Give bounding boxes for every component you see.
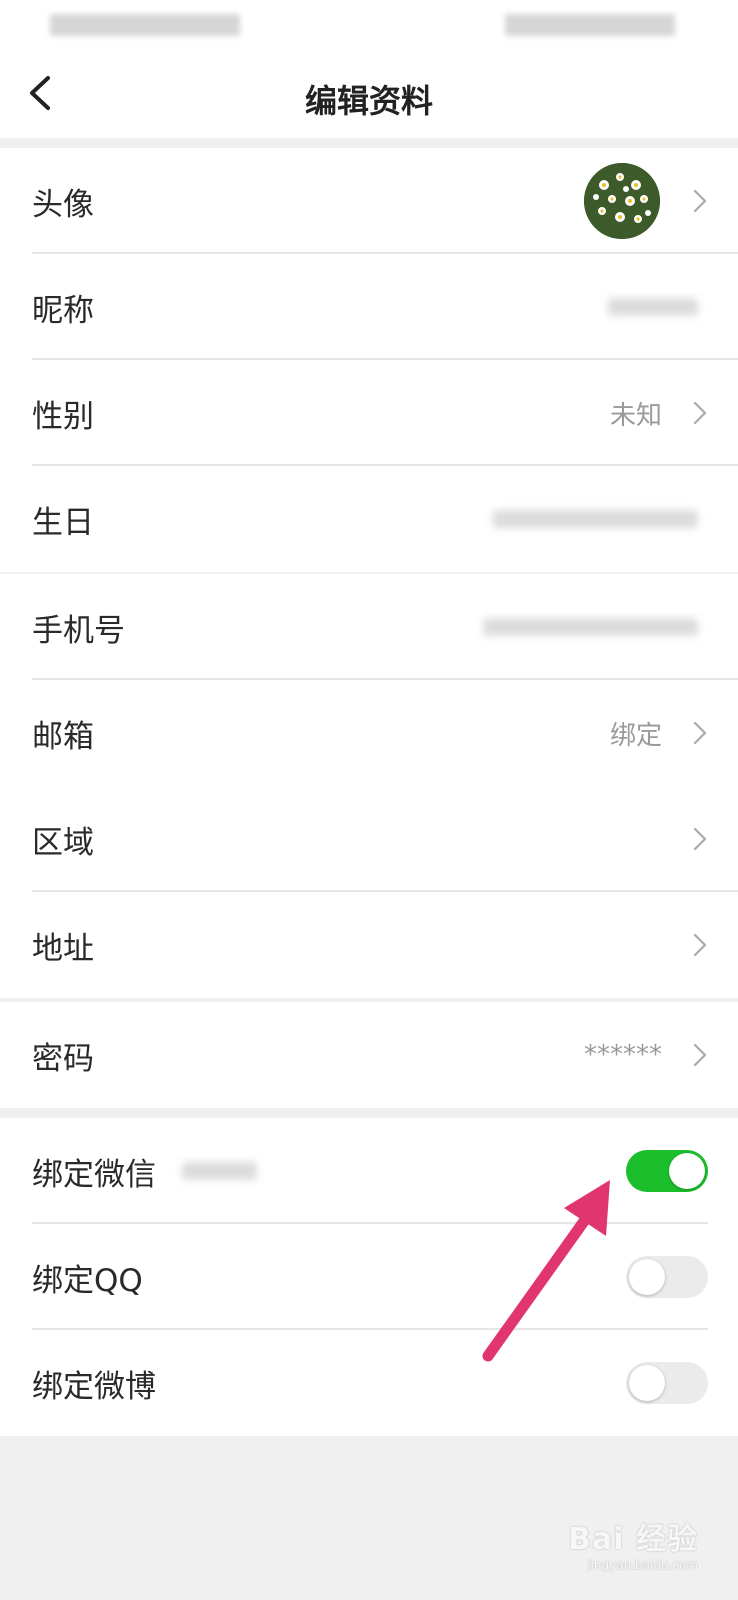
avatar-row[interactable]: 头像 [0, 148, 738, 254]
avatar[interactable] [584, 163, 660, 239]
weibo-binding-label: 绑定微博 [32, 1368, 156, 1405]
avatar-label: 头像 [32, 186, 94, 223]
password-row[interactable]: 密码 ****** [0, 1002, 738, 1108]
status-bar [0, 0, 738, 50]
status-bar-right-blurred [505, 14, 675, 36]
nav-bar: 编辑资料 [0, 50, 738, 138]
weibo-binding-row: 绑定微博 [0, 1330, 738, 1436]
phone-label: 手机号 [32, 612, 125, 649]
chevron-right-icon [693, 933, 707, 957]
birthday-label: 生日 [32, 504, 94, 541]
chevron-right-icon [693, 1043, 707, 1067]
security-section: 密码 ****** [0, 1002, 738, 1108]
email-value: 绑定 [609, 720, 662, 751]
daisy-flowers-image [584, 163, 660, 239]
address-label: 地址 [32, 930, 94, 967]
password-label: 密码 [32, 1040, 94, 1077]
address-row[interactable]: 地址 [0, 892, 738, 998]
region-label: 区域 [32, 824, 94, 861]
chevron-right-icon [693, 401, 707, 425]
status-bar-left-blurred [50, 14, 240, 36]
chevron-right-icon [693, 721, 707, 745]
region-row[interactable]: 区域 [0, 786, 738, 892]
toggle-knob [629, 1365, 665, 1401]
chevron-right-icon [693, 827, 707, 851]
gender-label: 性别 [32, 398, 94, 435]
wechat-binding-row: 绑定微信 [0, 1118, 738, 1224]
baidu-jingyan-watermark: Bai 经验 jingyan.baidu.com [568, 1514, 698, 1572]
chevron-right-icon [693, 189, 707, 213]
email-label: 邮箱 [32, 718, 94, 755]
edit-profile-screen: 编辑资料 头像 昵称 性别 未知 生日 手机号 邮箱 绑定 区域 地址 密码 *… [0, 0, 738, 1600]
password-value: ****** [584, 1040, 662, 1070]
toggle-knob [669, 1153, 705, 1189]
phone-value-blurred [483, 618, 698, 636]
phone-row[interactable]: 手机号 [0, 574, 738, 680]
profile-section: 头像 昵称 性别 未知 生日 [0, 148, 738, 572]
watermark-brand: Bai 经验 [568, 1522, 698, 1557]
contact-section: 手机号 邮箱 绑定 区域 地址 [0, 574, 738, 998]
qq-binding-toggle[interactable] [626, 1256, 708, 1298]
gender-row[interactable]: 性别 未知 [0, 360, 738, 466]
birthday-value-blurred [493, 510, 698, 528]
binding-section: 绑定微信 绑定QQ 绑定微博 [0, 1118, 738, 1436]
wechat-binding-toggle[interactable] [626, 1150, 708, 1192]
weibo-binding-toggle[interactable] [626, 1362, 708, 1404]
nickname-value-blurred [608, 298, 698, 316]
wechat-binding-label: 绑定微信 [32, 1156, 156, 1193]
email-row[interactable]: 邮箱 绑定 [0, 680, 738, 786]
nickname-row[interactable]: 昵称 [0, 254, 738, 360]
watermark-url: jingyan.baidu.com [587, 1558, 698, 1572]
gender-value: 未知 [609, 400, 662, 431]
wechat-account-blurred [182, 1162, 257, 1180]
page-title: 编辑资料 [304, 82, 433, 120]
qq-binding-row: 绑定QQ [0, 1224, 738, 1330]
qq-binding-label: 绑定QQ [32, 1262, 143, 1299]
birthday-row[interactable]: 生日 [0, 466, 738, 572]
toggle-knob [629, 1259, 665, 1295]
nickname-label: 昵称 [32, 292, 94, 329]
